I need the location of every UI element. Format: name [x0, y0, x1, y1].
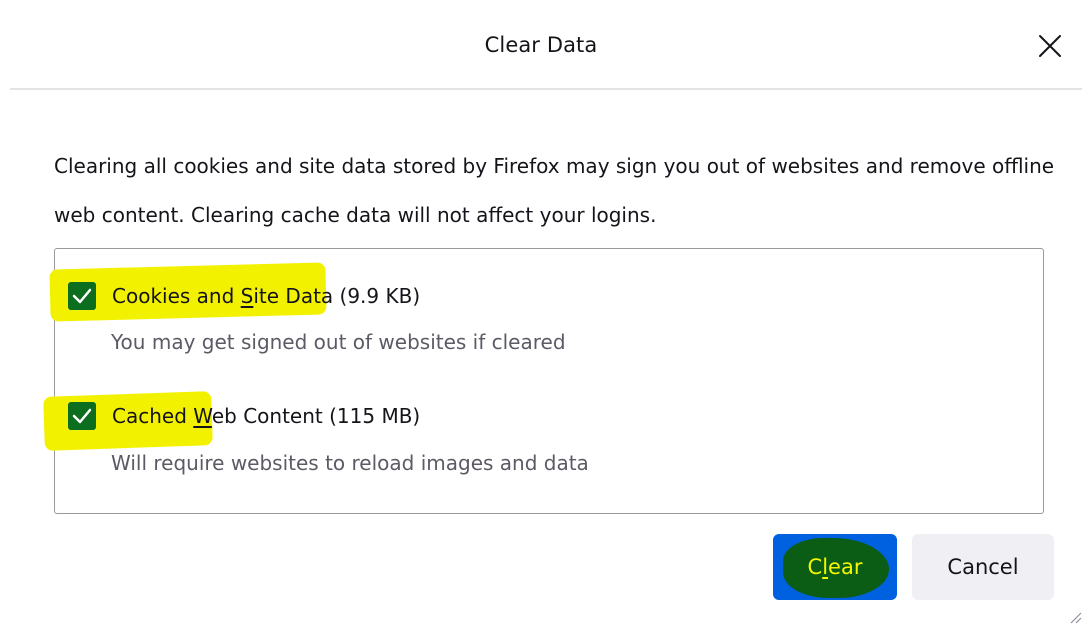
- dialog-title: Clear Data: [484, 33, 598, 57]
- resize-grip-icon[interactable]: [1066, 608, 1082, 624]
- clear-button-label: Clear: [808, 555, 863, 579]
- cancel-button[interactable]: Cancel: [912, 534, 1054, 600]
- dialog-titlebar: Clear Data: [0, 0, 1082, 88]
- cache-label: Cached Web Content (115 MB): [112, 404, 420, 428]
- checkmark-icon: [72, 408, 92, 424]
- clear-data-dialog: Clear Data Clearing all cookies and site…: [0, 0, 1082, 624]
- dialog-description: Clearing all cookies and site data store…: [54, 154, 1055, 227]
- title-divider: [10, 88, 1082, 90]
- option-cached-web-content[interactable]: Cached Web Content (115 MB): [68, 402, 420, 430]
- label-text: ear: [828, 555, 863, 579]
- cookies-checkbox[interactable]: [68, 282, 96, 310]
- label-text: ite Data (9.9 KB): [253, 284, 421, 308]
- access-key: W: [193, 404, 212, 428]
- label-text: Cookies and: [112, 284, 241, 308]
- cookies-label: Cookies and Site Data (9.9 KB): [112, 284, 420, 308]
- label-text: Cached: [112, 404, 194, 428]
- cache-checkbox[interactable]: [68, 402, 96, 430]
- checkmark-icon: [72, 288, 92, 304]
- close-icon: [1039, 35, 1061, 57]
- label-text: C: [807, 555, 823, 579]
- clear-button[interactable]: Clear: [773, 534, 897, 600]
- cookies-description: You may get signed out of websites if cl…: [111, 330, 566, 354]
- close-button[interactable]: [1032, 28, 1068, 64]
- access-key: S: [240, 284, 254, 308]
- cache-description: Will require websites to reload images a…: [111, 451, 589, 475]
- option-cookies-and-site-data[interactable]: Cookies and Site Data (9.9 KB): [68, 282, 420, 310]
- label-text: eb Content (115 MB): [211, 404, 421, 428]
